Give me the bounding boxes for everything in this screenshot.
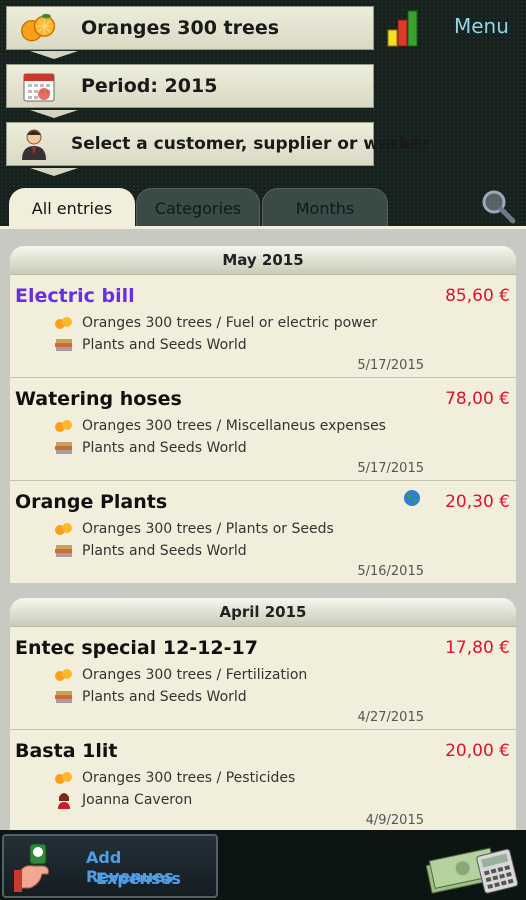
- entry-title: Entec special 12-12-17: [15, 637, 258, 659]
- entry-title: Watering hoses: [15, 388, 182, 410]
- entry-amount: 85,60 €: [445, 286, 510, 306]
- entry-contact: Plants and Seeds World: [82, 440, 247, 456]
- entry-amount: 20,00 €: [445, 741, 510, 761]
- books-icon: [54, 543, 74, 559]
- entry-category: Oranges 300 trees / Plants or Seeds: [82, 521, 334, 537]
- entry-date: 4/27/2015: [357, 710, 424, 725]
- tab-months[interactable]: Months: [262, 188, 388, 228]
- entries-list[interactable]: May 2015 Electric bill 85,60 € Oranges 3…: [0, 229, 526, 830]
- person-icon: [19, 126, 49, 162]
- entry-title: Basta 1lit: [15, 740, 118, 762]
- entry-amount: 20,30 €: [445, 492, 510, 512]
- globe-icon: [403, 489, 421, 507]
- month-header: May 2015: [10, 246, 516, 275]
- period-selector[interactable]: Period: 2015: [6, 64, 374, 108]
- tab-label: All entries: [31, 198, 113, 218]
- tab-all-entries[interactable]: All entries: [9, 188, 135, 228]
- add-label-line2: Expenses: [96, 869, 181, 888]
- oranges-icon: [54, 521, 74, 537]
- books-icon: [54, 689, 74, 705]
- oranges-icon: [19, 10, 59, 46]
- entry-amount: 17,80 €: [445, 638, 510, 658]
- entry-row[interactable]: Orange Plants 20,30 € Oranges 300 trees …: [10, 481, 516, 583]
- search-icon[interactable]: [480, 188, 516, 224]
- entry-category: Oranges 300 trees / Fertilization: [82, 667, 308, 683]
- month-group: April 2015 Entec special 12-12-17 17,80 …: [10, 598, 516, 830]
- entry-category: Oranges 300 trees / Pesticides: [82, 770, 296, 786]
- oranges-icon: [54, 770, 74, 786]
- entry-contact: Plants and Seeds World: [82, 689, 247, 705]
- books-icon: [54, 337, 74, 353]
- woman-icon: [54, 792, 74, 809]
- contact-selector[interactable]: Select a customer, supplier or worker: [6, 122, 430, 166]
- entry-contact: Joanna Caveron: [82, 792, 193, 808]
- farm-selector[interactable]: Oranges 300 trees: [6, 6, 374, 50]
- oranges-icon: [54, 418, 74, 434]
- period-selector-label: Period: 2015: [81, 75, 218, 97]
- entry-category: Oranges 300 trees / Miscellaneus expense…: [82, 418, 386, 434]
- books-icon: [54, 440, 74, 456]
- period-selector-arrow: [30, 110, 78, 118]
- entry-amount: 78,00 €: [445, 389, 510, 409]
- entry-date: 5/17/2015: [357, 461, 424, 476]
- hand-money-icon: [12, 842, 64, 894]
- farm-selector-label: Oranges 300 trees: [81, 17, 280, 39]
- tab-label: Categories: [154, 198, 242, 218]
- tab-label: Months: [295, 198, 355, 218]
- entry-contact: Plants and Seeds World: [82, 543, 247, 559]
- tab-categories[interactable]: Categories: [136, 188, 260, 228]
- farm-selector-arrow: [30, 51, 78, 59]
- contact-selector-label: Select a customer, supplier or worker: [71, 134, 430, 154]
- calendar-icon: [19, 68, 59, 104]
- oranges-icon: [54, 667, 74, 683]
- contact-selector-arrow: [30, 168, 78, 176]
- entry-date: 5/17/2015: [357, 358, 424, 373]
- bottom-bar: Add Revenues Expenses: [0, 830, 526, 900]
- entry-category: Oranges 300 trees / Fuel or electric pow…: [82, 315, 377, 331]
- cash-calculator-icon[interactable]: [424, 840, 520, 894]
- app-header: Oranges 300 trees Period: 2015 Select a …: [0, 0, 526, 229]
- entry-row[interactable]: Watering hoses 78,00 € Oranges 300 trees…: [10, 378, 516, 481]
- entry-date: 4/9/2015: [365, 813, 424, 828]
- menu-button[interactable]: Menu: [454, 14, 509, 38]
- add-entry-button[interactable]: Add Revenues Expenses: [2, 834, 218, 898]
- bar-chart-icon[interactable]: [384, 8, 424, 48]
- entry-row[interactable]: Basta 1lit 20,00 € Oranges 300 trees / P…: [10, 730, 516, 830]
- month-group: May 2015 Electric bill 85,60 € Oranges 3…: [10, 246, 516, 583]
- entry-title: Orange Plants: [15, 491, 168, 513]
- entry-title: Electric bill: [15, 285, 135, 307]
- entry-row[interactable]: Electric bill 85,60 € Oranges 300 trees …: [10, 275, 516, 378]
- entry-date: 5/16/2015: [357, 564, 424, 579]
- month-header: April 2015: [10, 598, 516, 627]
- entry-contact: Plants and Seeds World: [82, 337, 247, 353]
- oranges-icon: [54, 315, 74, 331]
- entry-row[interactable]: Entec special 12-12-17 17,80 € Oranges 3…: [10, 627, 516, 730]
